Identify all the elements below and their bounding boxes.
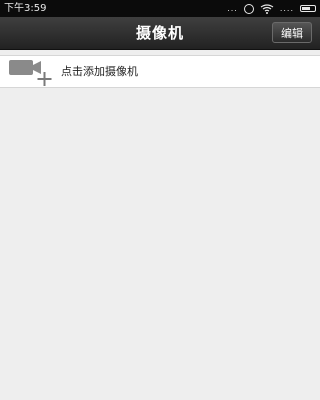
battery-icon (300, 5, 316, 12)
status-icons: ... .... (227, 0, 316, 17)
status-time: 下午3:59 (4, 3, 47, 14)
wifi-icon (260, 3, 274, 14)
add-camera-row[interactable]: 点击添加摄像机 (0, 55, 320, 88)
nav-bar: 摄像机 编辑 (0, 17, 320, 50)
edit-button[interactable]: 编辑 (272, 22, 312, 43)
alarm-icon (243, 3, 254, 14)
video-camera-add-icon (8, 58, 52, 86)
camera-list: 点击添加摄像机 (0, 50, 320, 400)
status-dots: ... (227, 4, 238, 13)
add-camera-label: 点击添加摄像机 (61, 65, 138, 78)
signal-icon: .... (279, 4, 294, 13)
status-bar: 下午3:59 ... .... (0, 0, 320, 17)
